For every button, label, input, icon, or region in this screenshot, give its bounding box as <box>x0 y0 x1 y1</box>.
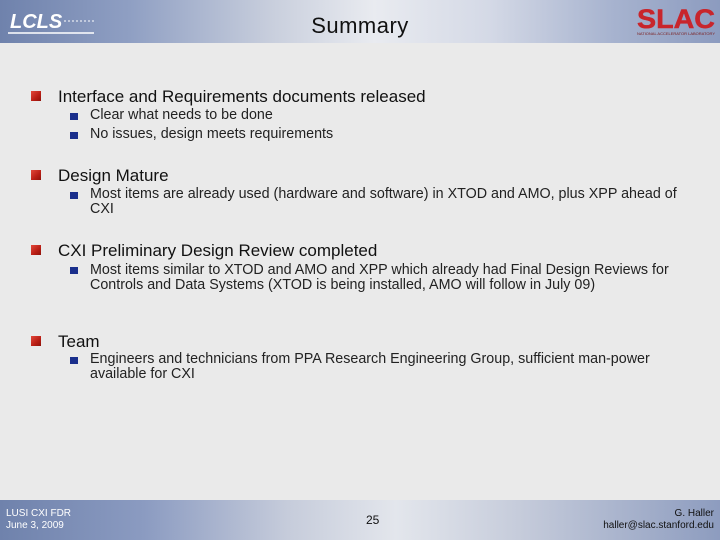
sub-bullet-text: Most items are already used (hardware an… <box>90 186 677 217</box>
slac-logo-text: SLAC <box>637 4 715 34</box>
red-square-icon <box>31 91 41 101</box>
slac-logo-subtext: NATIONAL ACCELERATOR LABORATORY <box>637 31 715 36</box>
footer-event-info: LUSI CXI FDR June 3, 2009 <box>6 508 71 532</box>
blue-square-icon <box>70 113 78 120</box>
blue-square-icon <box>70 357 78 364</box>
bullet-heading: Team <box>58 332 100 351</box>
bullet-heading: Design Mature <box>58 166 169 185</box>
bullet-heading: Interface and Requirements documents rel… <box>58 87 426 106</box>
blue-square-icon <box>70 192 78 199</box>
red-square-icon <box>31 170 41 180</box>
slide: LCLS Summary SLAC NATIONAL ACCELERATOR L… <box>0 0 720 540</box>
red-square-icon <box>31 245 41 255</box>
bullet-heading: CXI Preliminary Design Review completed <box>58 241 378 260</box>
slide-content: Interface and Requirements documents rel… <box>0 43 720 500</box>
page-number: 25 <box>366 513 380 527</box>
sub-bullet-text: Clear what needs to be done <box>90 107 273 123</box>
footer-date: June 3, 2009 <box>6 520 64 531</box>
footer-author: G. Haller <box>674 508 714 519</box>
red-square-icon <box>31 336 41 346</box>
slide-title: Summary <box>311 13 409 38</box>
footer-event-name: LUSI CXI FDR <box>6 508 72 519</box>
blue-square-icon <box>70 267 78 274</box>
sub-bullet-text: Most items similar to XTOD and AMO and X… <box>90 262 669 293</box>
header-bar: LCLS Summary SLAC NATIONAL ACCELERATOR L… <box>0 0 720 43</box>
blue-square-icon <box>70 132 78 139</box>
sub-bullet-text: Engineers and technicians from PPA Resea… <box>90 351 650 382</box>
footer-bar: LUSI CXI FDR June 3, 2009 25 G. Haller h… <box>0 500 720 540</box>
slac-logo: SLAC NATIONAL ACCELERATOR LABORATORY <box>637 4 716 36</box>
footer-author-info: G. Haller haller@slac.stanford.edu <box>603 508 714 532</box>
sub-bullet-text: No issues, design meets requirements <box>90 126 334 142</box>
footer-email: haller@slac.stanford.edu <box>603 520 714 531</box>
